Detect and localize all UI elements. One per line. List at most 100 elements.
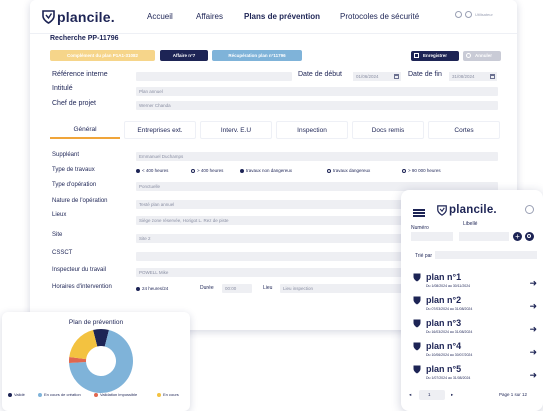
plan-row[interactable]: plan n°4 Du 10/06/2024 au 30/07/2024 ➜ xyxy=(413,341,537,361)
tab-cortes[interactable]: Cortes xyxy=(428,121,500,139)
add-icon[interactable]: + xyxy=(513,232,522,241)
plan-dates: Du 1/07/2024 au 31/08/2024 xyxy=(426,376,471,380)
plan-dates: Du 10/06/2024 au 30/07/2024 xyxy=(426,353,473,357)
search-header: Recherche PP-11796 xyxy=(50,35,119,42)
tab-general[interactable]: Général xyxy=(50,121,120,139)
brand-logo[interactable]: plancile. xyxy=(42,9,115,25)
radio-label: travaux dangereux xyxy=(333,168,371,173)
top-bar: plancile. Accueil Affaires Plans de prév… xyxy=(30,0,517,34)
duration-label: Durée xyxy=(200,285,214,291)
arrow-right-icon[interactable]: ➜ xyxy=(529,325,537,334)
user-icon[interactable] xyxy=(525,205,534,214)
radio-dot xyxy=(402,168,406,173)
legend-label: En cours xyxy=(163,392,179,397)
user-icon xyxy=(465,11,472,18)
cssct-label: CSSCT xyxy=(52,250,73,256)
tab-interv[interactable]: Interv. E.U xyxy=(200,121,272,139)
end-date-label: Date de fin xyxy=(408,71,442,78)
menu-bar xyxy=(413,215,425,217)
save-label: Enregistrer xyxy=(423,53,448,58)
radio-gt400[interactable]: > 400 heures xyxy=(191,168,223,173)
search-icon[interactable] xyxy=(525,232,534,241)
shield-icon xyxy=(413,296,421,305)
plan-title: plan n°1 xyxy=(426,272,462,282)
gear-icon xyxy=(455,11,462,18)
user-menu[interactable]: Utilisateur xyxy=(455,11,493,18)
shield-logo-icon xyxy=(437,204,447,216)
cancel-button[interactable]: Annuler xyxy=(463,51,501,61)
shield-icon xyxy=(413,365,421,374)
plan-dates: Du 1/08/2024 au 30/11/2024 xyxy=(426,284,471,288)
radio-dot xyxy=(136,168,140,173)
arrow-right-icon[interactable]: ➜ xyxy=(529,302,537,311)
numero-input[interactable] xyxy=(411,232,453,241)
legend-dot xyxy=(38,392,42,397)
legend-label: Validé xyxy=(14,392,25,397)
radio-dot xyxy=(136,286,140,291)
plan-row[interactable]: plan n°1 Du 1/08/2024 au 30/11/2024 ➜ xyxy=(413,272,537,292)
legend-dot xyxy=(157,392,161,397)
plan-row[interactable]: plan n°5 Du 1/07/2024 au 31/08/2024 ➜ xyxy=(413,364,537,384)
plan-dates: Du 07/03/2024 au 31/08/2024 xyxy=(426,307,473,311)
menu-bar xyxy=(413,209,425,211)
pie-title: Plan de prévention xyxy=(68,319,124,326)
nav-accueil[interactable]: Accueil xyxy=(147,12,173,21)
plan-title: plan n°5 xyxy=(426,364,462,374)
tag-complement[interactable]: Complément du plan P1A1-31082 xyxy=(50,50,155,61)
libelle-input[interactable] xyxy=(459,232,509,241)
radio-label: 24 heures/24 xyxy=(142,286,169,291)
ref-field[interactable] xyxy=(136,72,292,81)
tab-docs-remis[interactable]: Docs remis xyxy=(352,121,424,139)
supplier-field[interactable]: Emmanuel Duchamps xyxy=(136,152,498,161)
sort-select[interactable] xyxy=(435,251,537,259)
places-label: Lieux xyxy=(52,212,67,218)
save-button[interactable]: Enregistrer xyxy=(411,51,459,61)
nav-affaires[interactable]: Affaires xyxy=(196,12,223,21)
radio-non-dangereux[interactable]: travaux non dangereux xyxy=(240,168,292,173)
title-field[interactable]: Plan annuel xyxy=(136,87,498,96)
radio-gt90000[interactable]: > 90 000 heures xyxy=(402,168,441,173)
plan-title: plan n°3 xyxy=(426,318,462,328)
plan-row[interactable]: plan n°2 Du 07/03/2024 au 31/08/2024 ➜ xyxy=(413,295,537,315)
prev-page-icon[interactable]: ◂ xyxy=(409,392,411,398)
tab-inspection[interactable]: Inspection xyxy=(276,121,348,139)
calendar-icon[interactable] xyxy=(394,74,399,79)
start-date-label: Date de début xyxy=(298,71,342,78)
radio-dot xyxy=(191,168,195,173)
calendar-icon[interactable] xyxy=(490,74,495,79)
page-value: 1 xyxy=(428,392,431,397)
legend-item: En cours xyxy=(157,392,179,397)
page-selector[interactable] xyxy=(419,390,445,400)
supplier-label: Suppléant xyxy=(52,152,80,158)
arrow-right-icon[interactable]: ➜ xyxy=(529,371,537,380)
duration-field[interactable]: 00:00 xyxy=(222,284,252,293)
radio-lt400[interactable]: < 400 heures xyxy=(136,168,168,173)
radio-24h[interactable]: 24 heures/24 xyxy=(136,286,168,291)
place-field[interactable]: Lieu inspection xyxy=(280,284,410,293)
libelle-label: Libellé xyxy=(463,221,478,227)
arrow-right-icon[interactable]: ➜ xyxy=(529,348,537,357)
nav-plans-prevention[interactable]: Plans de prévention xyxy=(244,12,320,21)
manager-field[interactable]: Werner Chanda xyxy=(136,101,498,110)
arrow-right-icon[interactable]: ➜ xyxy=(529,279,537,288)
shield-icon xyxy=(413,319,421,328)
search-value: PP-11796 xyxy=(87,35,119,42)
next-page-icon[interactable]: ▸ xyxy=(451,392,453,398)
tag-recuperation[interactable]: Récupération plan n°11796 xyxy=(212,50,302,61)
legend-label: En cours de création xyxy=(44,392,81,397)
mobile-brand-logo[interactable]: plancile. xyxy=(437,204,497,216)
hours-label: Horaires d'intervention xyxy=(52,284,112,290)
menu-icon[interactable] xyxy=(401,190,431,220)
inspector-label: Inspecteur du travail xyxy=(52,267,107,273)
legend-item: Validation impossible xyxy=(94,392,137,397)
radio-dangereux[interactable]: travaux dangereux xyxy=(327,168,370,173)
radio-dot xyxy=(240,168,244,173)
plan-row[interactable]: plan n°3 Du 16/03/2024 au 31/08/2024 ➜ xyxy=(413,318,537,338)
page-info: Page 1 sur 12 xyxy=(499,392,528,397)
tab-entreprises[interactable]: Entreprises ext. xyxy=(124,121,196,139)
tag-affaire[interactable]: Affaire n°7 xyxy=(160,50,208,61)
radio-dot xyxy=(327,168,331,173)
radio-label: > 400 heures xyxy=(197,168,224,173)
optype-label: Type d'opération xyxy=(52,182,97,188)
nav-protocoles-securite[interactable]: Protocoles de sécurité xyxy=(340,12,419,21)
